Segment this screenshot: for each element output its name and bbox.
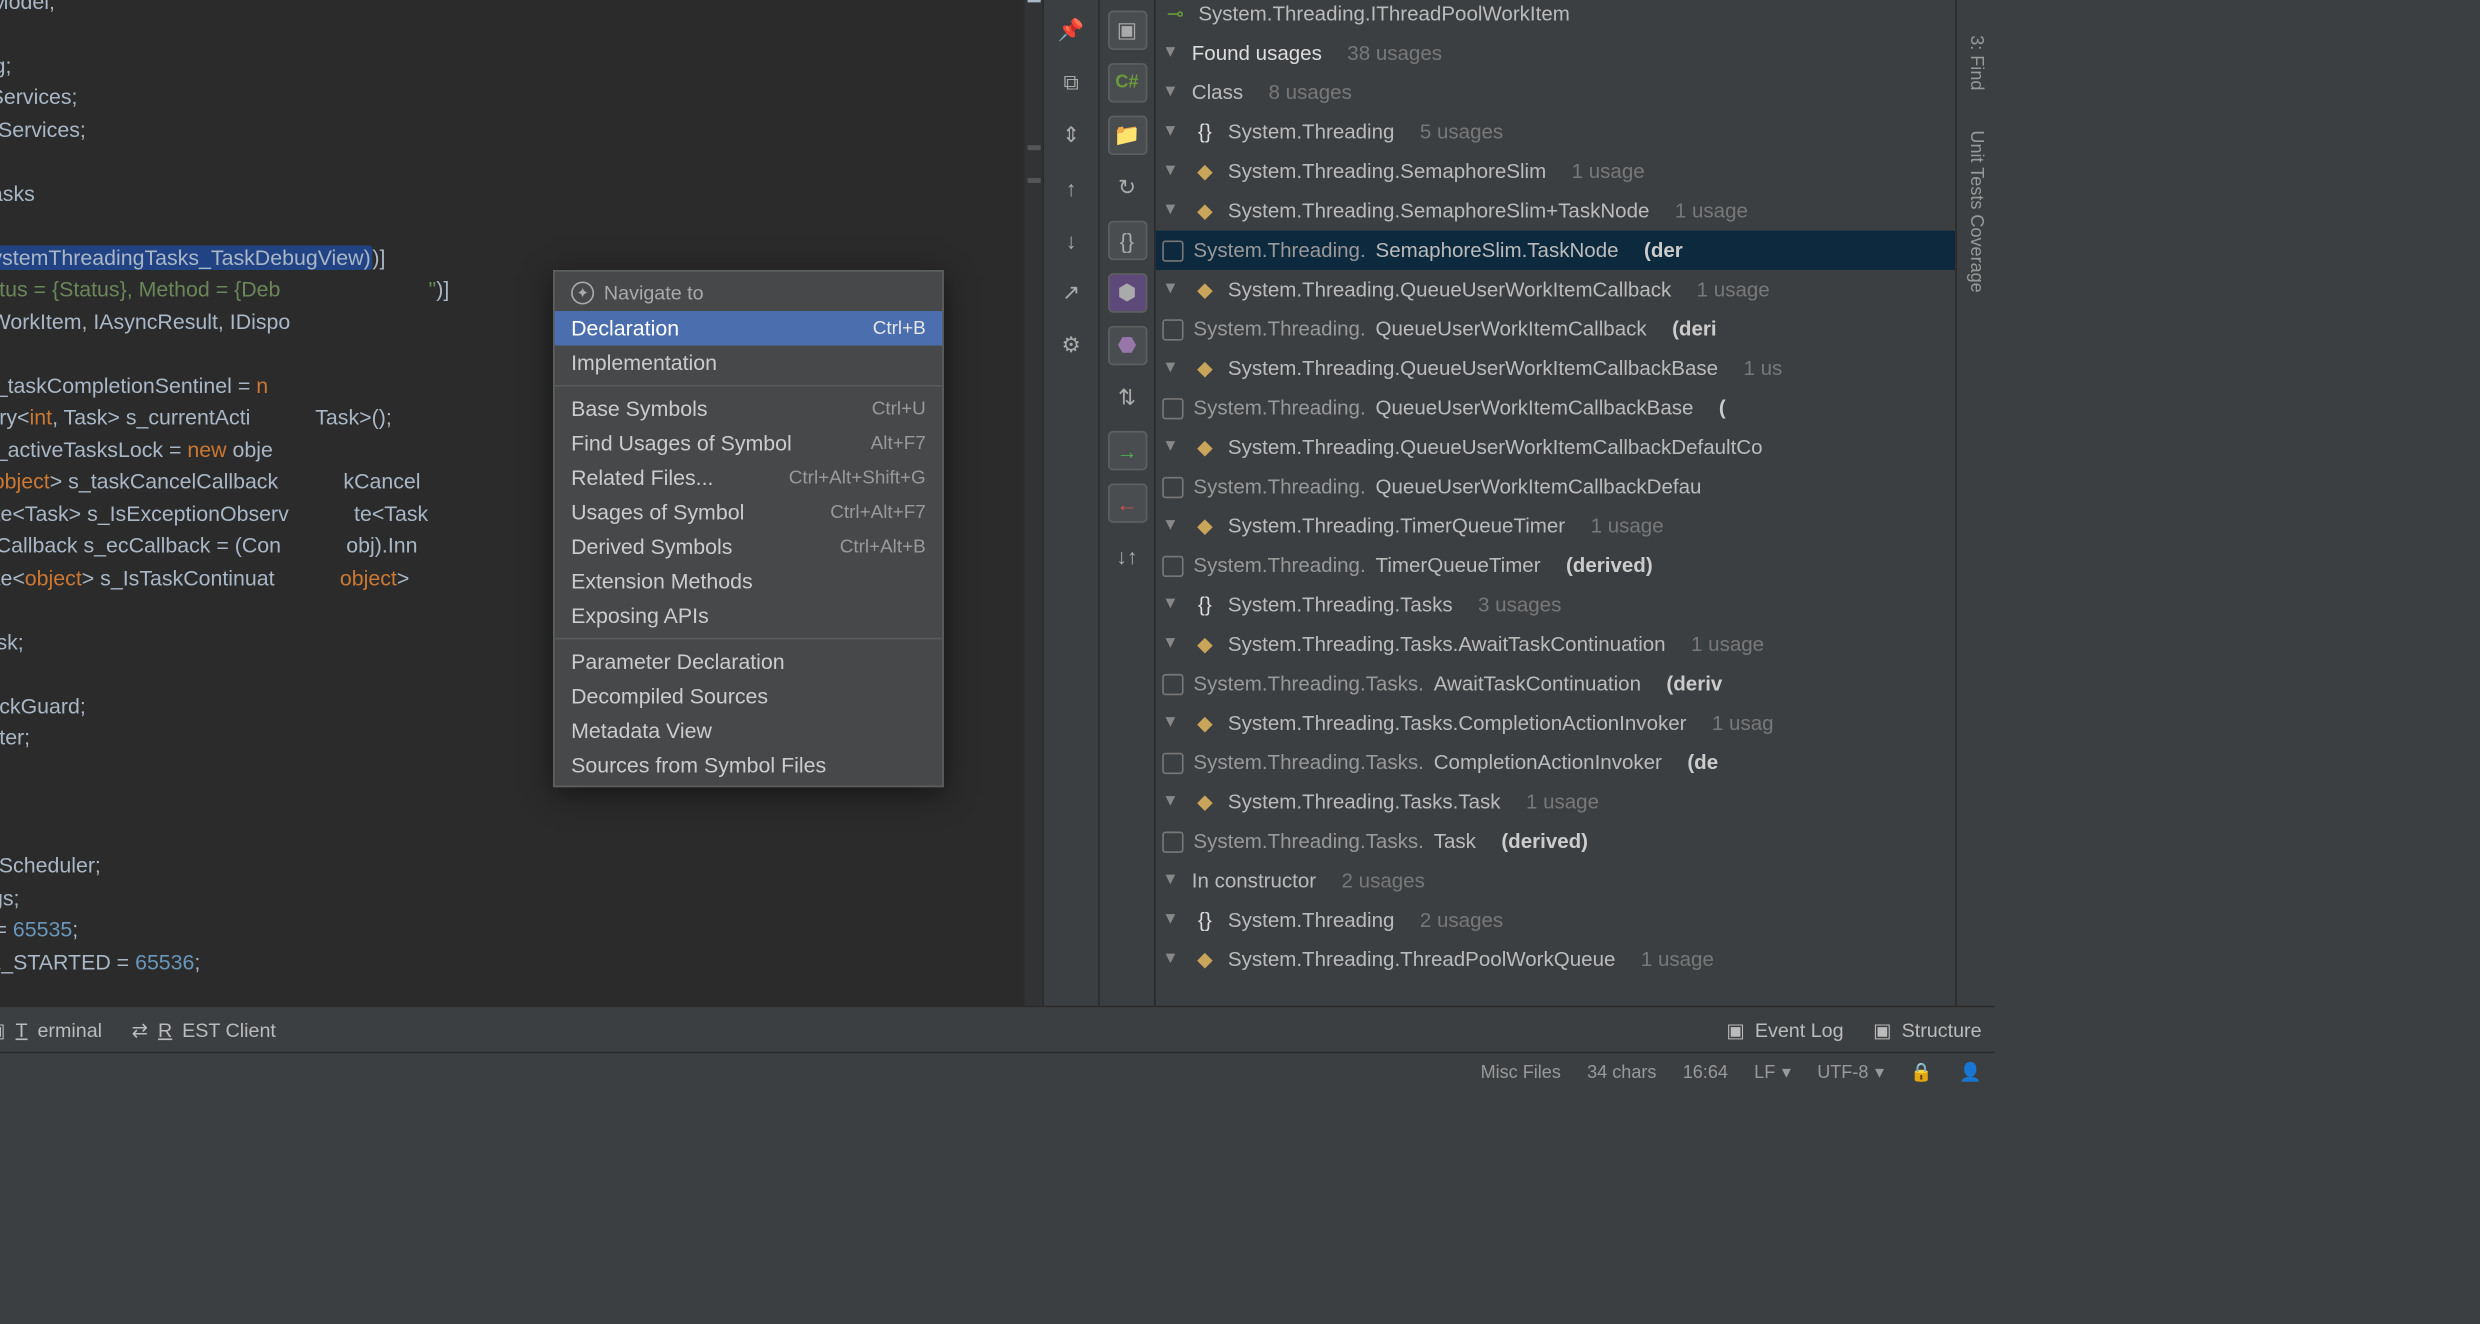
- braces-icon[interactable]: {}: [1107, 221, 1146, 260]
- find-node[interactable]: System.Threading.Tasks.CompletionActionI…: [1156, 743, 1956, 782]
- find-node[interactable]: System.Threading.QueueUserWorkItemCallba…: [1156, 388, 1956, 427]
- bottom-tool-right[interactable]: ▣Event Log: [1726, 1018, 1843, 1041]
- find-node[interactable]: ▼◆System.Threading.TimerQueueTimer 1 usa…: [1156, 506, 1956, 545]
- sort-icon[interactable]: ⇅: [1107, 378, 1146, 417]
- tool-icon: ▣: [1726, 1018, 1745, 1041]
- collapse-icon[interactable]: ⇕: [1051, 116, 1090, 155]
- ctx-item[interactable]: Related Files...Ctrl+Alt+Shift+G: [555, 460, 943, 494]
- bottom-tool[interactable]: ⇄REST Client: [132, 1018, 276, 1041]
- status-chars: 34 chars: [1587, 1062, 1656, 1082]
- checkbox[interactable]: [1162, 555, 1183, 576]
- compass-icon: ✦: [571, 281, 594, 304]
- find-usages-panel: Find: Usages of 'IThreadPoolWorkItem' ✕ …: [1042, 0, 1955, 1006]
- ctx-item[interactable]: Usages of SymbolCtrl+Alt+F7: [555, 495, 943, 529]
- ctx-item[interactable]: DeclarationCtrl+B: [555, 311, 943, 345]
- find-node[interactable]: System.Threading.QueueUserWorkItemCallba…: [1156, 467, 1956, 506]
- node-target[interactable]: ⊸System.Threading.IThreadPoolWorkItem: [1156, 0, 1956, 34]
- status-bar: ▭ Misc Files 34 chars 16:64 LF ▾ UTF-8 ▾…: [0, 1052, 1995, 1091]
- find-results-tree[interactable]: ▼Search target⊸System.Threading.IThreadP…: [1156, 0, 1956, 1006]
- marker-bar[interactable]: [1023, 0, 1043, 1006]
- right-tool-strip: Database 3: Find Unit Tests Coverage: [1955, 0, 1994, 1006]
- find-node[interactable]: System.Threading.Tasks.AwaitTaskContinua…: [1156, 664, 1956, 703]
- right-tool-tab[interactable]: Database: [1961, 0, 1991, 9]
- status-enc[interactable]: UTF-8 ▾: [1817, 1061, 1884, 1082]
- forward-icon[interactable]: →: [1107, 431, 1146, 470]
- pin-icon[interactable]: 📌: [1051, 11, 1090, 50]
- ctx-item[interactable]: Metadata View: [555, 713, 943, 747]
- ctx-item[interactable]: Derived SymbolsCtrl+Alt+B: [555, 529, 943, 563]
- status-le[interactable]: LF ▾: [1754, 1061, 1791, 1082]
- find-node[interactable]: ▼◆System.Threading.QueueUserWorkItemCall…: [1156, 270, 1956, 309]
- settings2-icon[interactable]: ⧉: [1051, 63, 1090, 102]
- find-node[interactable]: ▼In constructor 2 usages: [1156, 861, 1956, 900]
- find-toolbar-1: ▶▶ 📌 ⧉ ⇕ ↑ ↓ ↗ ⚙: [1044, 0, 1100, 1006]
- checkbox[interactable]: [1162, 476, 1183, 497]
- find-node[interactable]: ▼◆System.Threading.Tasks.Task 1 usage: [1156, 782, 1956, 821]
- hector-icon[interactable]: 👤: [1959, 1061, 1982, 1082]
- sort2-icon[interactable]: ↓↑: [1107, 536, 1146, 575]
- find-node[interactable]: ▼◆System.Threading.SemaphoreSlim 1 usage: [1156, 152, 1956, 191]
- find-node[interactable]: System.Threading.Tasks.Task (derived): [1156, 822, 1956, 861]
- ctx-item[interactable]: Parameter Declaration: [555, 644, 943, 678]
- find-node[interactable]: System.Threading.QueueUserWorkItemCallba…: [1156, 309, 1956, 348]
- find-node[interactable]: ▼◆System.Threading.Tasks.CompletionActio…: [1156, 703, 1956, 742]
- find-node[interactable]: ▼◆System.Threading.SemaphoreSlim+TaskNod…: [1156, 191, 1956, 230]
- down-icon[interactable]: ↓: [1051, 221, 1090, 260]
- checkbox[interactable]: [1162, 397, 1183, 418]
- find-node[interactable]: ▼{}System.Threading.Tasks 3 usages: [1156, 585, 1956, 624]
- bottom-tool-strip: ≡6: TODO⬇7: NuGet⚗8: Unit Tests▣Terminal…: [0, 1006, 1995, 1052]
- find-node[interactable]: ▼◆System.Threading.QueueUserWorkItemCall…: [1156, 349, 1956, 388]
- find-node[interactable]: System.Threading.SemaphoreSlim.TaskNode …: [1156, 231, 1956, 270]
- cs-icon[interactable]: C#: [1107, 63, 1146, 102]
- right-tool-tab[interactable]: Unit Tests Coverage: [1961, 117, 1991, 306]
- bottom-tool[interactable]: ▣Terminal: [0, 1018, 102, 1041]
- ctx-item[interactable]: Sources from Symbol Files: [555, 748, 943, 782]
- checkbox[interactable]: [1162, 318, 1183, 339]
- bottom-tool-right[interactable]: ▣Structure: [1873, 1018, 1981, 1041]
- find-node[interactable]: ▼◆System.Threading.QueueUserWorkItemCall…: [1156, 428, 1956, 467]
- checkbox[interactable]: [1162, 240, 1183, 261]
- ctx-item[interactable]: Extension Methods: [555, 564, 943, 598]
- checkbox[interactable]: [1162, 752, 1183, 773]
- find-node[interactable]: ▼◆System.Threading.Tasks.AwaitTaskContin…: [1156, 625, 1956, 664]
- back-icon[interactable]: ←: [1107, 483, 1146, 522]
- ctx-item[interactable]: Exposing APIs: [555, 598, 943, 632]
- checkbox[interactable]: [1162, 831, 1183, 852]
- ctx-item[interactable]: Decompiled Sources: [555, 679, 943, 713]
- export-icon[interactable]: ↗: [1051, 273, 1090, 312]
- status-pos[interactable]: 16:64: [1683, 1062, 1728, 1082]
- find-node[interactable]: ▼{}System.Threading 2 usages: [1156, 901, 1956, 940]
- node-found[interactable]: ▼Found usages 38 usages: [1156, 34, 1956, 73]
- find-node[interactable]: ▼◆System.Threading.ThreadPoolWorkQueue 1…: [1156, 940, 1956, 979]
- tool-icon: ▣: [0, 1018, 6, 1041]
- find-node[interactable]: ▼{}System.Threading 5 usages: [1156, 112, 1956, 151]
- navigate-to-menu: ✦Navigate toDeclarationCtrl+BImplementat…: [553, 270, 944, 787]
- cube-icon[interactable]: ⬣: [1107, 326, 1146, 365]
- tool-icon: ▣: [1873, 1018, 1892, 1041]
- groupby-icon[interactable]: ▣: [1107, 11, 1146, 50]
- ctx-item[interactable]: Implementation: [555, 346, 943, 380]
- node-class-group[interactable]: ▼Class 8 usages: [1156, 73, 1956, 112]
- find-node[interactable]: System.Threading.TimerQueueTimer (derive…: [1156, 546, 1956, 585]
- lock-icon[interactable]: 🔒: [1910, 1061, 1933, 1082]
- up-icon[interactable]: ↑: [1051, 168, 1090, 207]
- ctx-title: ✦Navigate to: [555, 275, 943, 311]
- gear2-icon[interactable]: ⚙: [1051, 326, 1090, 365]
- right-tool-tab[interactable]: 3: Find: [1961, 22, 1991, 104]
- sync-icon[interactable]: ↻: [1107, 168, 1146, 207]
- folder-icon[interactable]: 📁: [1107, 116, 1146, 155]
- ctx-item[interactable]: Base SymbolsCtrl+U: [555, 392, 943, 426]
- ctx-item[interactable]: Find Usages of SymbolAlt+F7: [555, 426, 943, 460]
- group2-icon[interactable]: ⬢: [1107, 273, 1146, 312]
- status-files: Misc Files: [1481, 1062, 1561, 1082]
- checkbox[interactable]: [1162, 673, 1183, 694]
- find-toolbar-2: ▼ ▣ C# 📁 ↻ {} ⬢ ⬣ ⇅ → ← ↓↑: [1100, 0, 1156, 1006]
- tool-icon: ⇄: [132, 1018, 149, 1041]
